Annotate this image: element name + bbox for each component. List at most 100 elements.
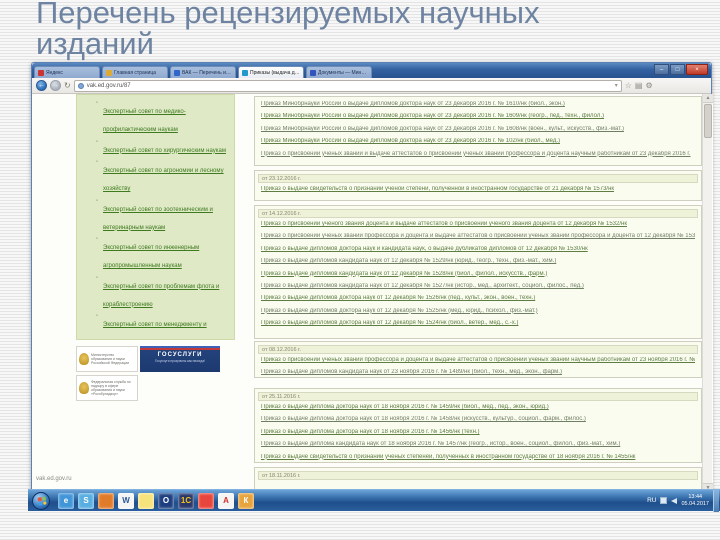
- order-link[interactable]: Приказ о выдаче диплома доктора наук от …: [261, 404, 695, 411]
- window-controls: – □ ×: [654, 64, 708, 75]
- council-list: Экспертный совет по медико-профилактичес…: [83, 100, 230, 339]
- menu-icon[interactable]: ▤: [635, 81, 643, 90]
- tab-bar: Яндекс Главная страница ВАК — Перечень и…: [32, 63, 711, 78]
- chrome-icon[interactable]: [198, 492, 214, 509]
- order-link[interactable]: Приказ о присвоении ученых званий и выда…: [261, 151, 695, 158]
- order-link[interactable]: Приказ о выдаче свидетельств о признании…: [261, 454, 695, 461]
- council-link[interactable]: Экспертный совет по хирургическим наукам: [103, 148, 226, 154]
- order-link[interactable]: Приказ Минобрнауки России о выдаче дипло…: [261, 113, 695, 120]
- tab-label: ВАК — Перечень изданий: [182, 69, 232, 76]
- tab-label: Документы — Минобрнауки: [318, 69, 368, 76]
- order-link[interactable]: Приказ о выдаче свидетельств о признании…: [261, 186, 695, 193]
- tools-gear-icon[interactable]: ⚙: [645, 81, 652, 90]
- forward-button[interactable]: →: [50, 80, 61, 91]
- tab-documents[interactable]: Документы — Минобрнауки: [306, 66, 372, 78]
- sticky-notes-icon[interactable]: [138, 492, 154, 509]
- order-link[interactable]: Приказ о присвоении ученых званий профес…: [261, 233, 695, 240]
- scroll-thumb[interactable]: [704, 104, 712, 138]
- tab-vak[interactable]: ВАК — Перечень изданий: [170, 66, 236, 78]
- word-icon[interactable]: W: [118, 492, 134, 509]
- banner-line: «Рособрнадзор»: [91, 392, 119, 397]
- tab-label: Главная страница: [114, 69, 156, 76]
- system-tray: RU 13:44 05.04.2017: [647, 489, 720, 512]
- globe-icon: [77, 82, 84, 89]
- outlook-icon[interactable]: O: [158, 492, 174, 509]
- volume-icon[interactable]: [671, 497, 678, 504]
- back-button[interactable]: ←: [36, 80, 47, 91]
- order-link[interactable]: Приказ Минобрнауки России о выдаче дипло…: [261, 101, 695, 108]
- emblem-icon: [79, 382, 89, 394]
- skype-icon[interactable]: S: [78, 492, 94, 509]
- section-date-header: от 14.12.2016 г.: [258, 209, 698, 218]
- section-date-header: от 23.12.2016 г.: [258, 174, 698, 183]
- order-link[interactable]: Приказ о выдаче диплома кандидата наук о…: [261, 441, 695, 448]
- order-link[interactable]: Приказ о выдаче дипломов кандидата наук …: [261, 369, 695, 376]
- tab-favicon: [38, 69, 44, 76]
- order-link[interactable]: Приказ о выдаче дипломов доктора наук от…: [261, 320, 695, 327]
- slide-title: Перечень рецензируемых научных изданий: [36, 0, 540, 61]
- order-link[interactable]: Приказ Минобрнауки России о выдаче дипло…: [261, 138, 695, 145]
- status-url-text: vak.ed.gov.ru: [36, 476, 72, 482]
- url-field[interactable]: vak.ed.gov.ru/87 ▾: [73, 79, 622, 92]
- order-link[interactable]: Приказ о выдаче диплома доктора наук от …: [261, 429, 695, 436]
- url-dropdown-icon[interactable]: ▾: [615, 82, 618, 89]
- favorites-star-icon[interactable]: ☆: [625, 81, 632, 90]
- clock-date: 05.04.2017: [681, 500, 709, 507]
- network-icon[interactable]: [660, 497, 668, 504]
- order-link[interactable]: Приказ о выдаче диплома доктора наук от …: [261, 416, 695, 423]
- language-indicator[interactable]: RU: [647, 497, 656, 504]
- list-item: Экспертный совет по агрономии и лесному …: [96, 159, 230, 195]
- tab-yandex[interactable]: Яндекс: [34, 66, 100, 78]
- council-link[interactable]: Экспертный совет по медико-профилактичес…: [103, 109, 186, 133]
- council-link[interactable]: Экспертный совет по зоотехническим и вет…: [103, 207, 213, 231]
- firefox-icon[interactable]: [98, 492, 114, 509]
- section-date-header: от 18.11.2016 г.: [258, 471, 698, 480]
- refresh-button[interactable]: ↻: [64, 80, 71, 91]
- show-desktop-button[interactable]: [713, 489, 719, 512]
- order-link[interactable]: Приказ о присвоении ученых званий профес…: [261, 357, 695, 364]
- section-date-header: от 25.11.2016 г.: [258, 392, 698, 401]
- taskbar: e S W O 1С A К RU 13:44 05.04.2017: [28, 489, 720, 512]
- order-section: Приказ Минобрнауки России о выдаче дипло…: [254, 96, 702, 166]
- list-item: Экспертный совет по зоотехническим и вет…: [96, 198, 230, 234]
- council-link[interactable]: Экспертный совет по проблемам флота и ко…: [103, 284, 219, 308]
- list-item: Экспертный совет по хирургическим наукам: [96, 139, 230, 157]
- banner-gosuslugi[interactable]: ГОСУСЛУГИ Госуслуги прозрачны как никогд…: [140, 344, 220, 372]
- page-scrollbar[interactable]: ▲ ▼: [702, 94, 713, 492]
- order-section: от 23.12.2016 г. Приказ о выдаче свидете…: [254, 170, 702, 201]
- order-link[interactable]: Приказ о выдаче дипломов доктора наук от…: [261, 295, 695, 302]
- order-link[interactable]: Приказ о выдаче дипломов доктора наук от…: [261, 308, 695, 315]
- minimize-button[interactable]: –: [654, 64, 669, 75]
- start-button[interactable]: [32, 491, 50, 510]
- consultant-icon[interactable]: К: [238, 492, 254, 509]
- order-link[interactable]: Приказ о выдаче дипломов кандидата наук …: [261, 258, 695, 265]
- order-section: от 25.11.2016 г. Приказ о выдаче диплома…: [254, 388, 702, 463]
- address-bar: ← → ↻ vak.ed.gov.ru/87 ▾ ☆ ▤ ⚙: [32, 78, 711, 94]
- web-page: Экспертный совет по медико-профилактичес…: [32, 94, 713, 492]
- banner-line: Федеральная служба по надзору в сфере об…: [91, 379, 131, 392]
- banner-title: ГОСУСЛУГИ: [157, 352, 203, 358]
- scroll-up-button[interactable]: ▲: [703, 94, 713, 103]
- clock[interactable]: 13:44 05.04.2017: [681, 494, 709, 507]
- banner-subtitle: Госуслуги прозрачны как никогда!: [155, 359, 205, 363]
- council-link[interactable]: Экспертный совет по агрономии и лесному …: [103, 168, 224, 192]
- order-section: от 08.12.2016 г. Приказ о присвоении уче…: [254, 341, 702, 378]
- order-link[interactable]: Приказ о выдаче дипломов кандидата наук …: [261, 271, 695, 278]
- order-link[interactable]: Приказ о выдаче дипломов доктора наук и …: [261, 246, 695, 253]
- close-button[interactable]: ×: [686, 64, 708, 75]
- order-link[interactable]: Приказ Минобрнауки России о выдаче дипло…: [261, 126, 695, 133]
- banner-minobrnauki[interactable]: Министерство образования и науки Российс…: [76, 346, 138, 372]
- council-link[interactable]: Экспертный совет по инженерным агропромы…: [103, 245, 199, 269]
- acrobat-icon[interactable]: A: [218, 492, 234, 509]
- url-text: vak.ed.gov.ru/87: [86, 82, 131, 89]
- maximize-button[interactable]: □: [670, 64, 685, 75]
- tab-prikazy-active[interactable]: Приказы (выдача дипломов): [238, 66, 304, 78]
- banner-rosobrnadzor[interactable]: Федеральная служба по надзору в сфере об…: [76, 375, 138, 401]
- council-link[interactable]: Экспертный совет по менеджменту и отрасл…: [103, 322, 207, 339]
- tab-home[interactable]: Главная страница: [102, 66, 168, 78]
- order-link[interactable]: Приказ о выдаче дипломов кандидата наук …: [261, 283, 695, 290]
- onec-icon[interactable]: 1С: [178, 492, 194, 509]
- internet-explorer-icon[interactable]: e: [58, 492, 74, 509]
- order-link[interactable]: Приказ о присвоении ученого звания доцен…: [261, 221, 695, 228]
- emblem-icon: [79, 353, 89, 365]
